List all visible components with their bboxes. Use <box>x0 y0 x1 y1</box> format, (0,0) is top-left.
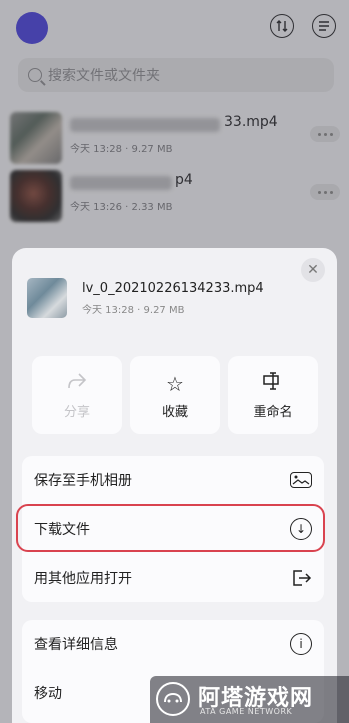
sheet-file-name: lv_0_20210226134233.mp4 <box>82 281 264 296</box>
save-to-album-item[interactable]: 保存至手机相册 <box>22 456 324 504</box>
star-icon: ☆ <box>166 371 184 396</box>
file-thumbnail <box>27 278 67 318</box>
open-with-label: 用其他应用打开 <box>34 571 132 587</box>
picture-icon <box>290 472 312 488</box>
rename-label: 重命名 <box>253 404 293 420</box>
share-label: 分享 <box>63 404 90 420</box>
move-label: 移动 <box>34 686 62 702</box>
rename-button[interactable]: 重命名 <box>228 356 318 434</box>
favorite-label: 收藏 <box>161 404 188 420</box>
watermark-sub: ATA GAME NETWORK <box>200 707 293 716</box>
view-details-label: 查看详细信息 <box>34 637 118 653</box>
rename-icon <box>262 371 284 397</box>
close-icon[interactable]: ✕ <box>301 258 325 282</box>
watermark: 阿塔游戏网 ATA GAME NETWORK <box>150 676 349 723</box>
sheet-file-meta: 今天 13:28 · 9.27 MB <box>82 305 185 316</box>
open-with-icon <box>290 567 312 589</box>
view-details-item[interactable]: 查看详细信息 i <box>22 620 324 668</box>
info-icon: i <box>290 633 312 655</box>
save-to-album-label: 保存至手机相册 <box>34 473 132 489</box>
download-highlight-box <box>16 504 325 552</box>
gamepad-logo-icon <box>156 682 190 716</box>
share-icon <box>66 371 88 397</box>
favorite-button[interactable]: ☆ 收藏 <box>130 356 220 434</box>
open-with-item[interactable]: 用其他应用打开 <box>22 554 324 602</box>
share-button[interactable]: 分享 <box>32 356 122 434</box>
file-actions-sheet: ✕ lv_0_20210226134233.mp4 今天 13:28 · 9.2… <box>12 248 337 723</box>
